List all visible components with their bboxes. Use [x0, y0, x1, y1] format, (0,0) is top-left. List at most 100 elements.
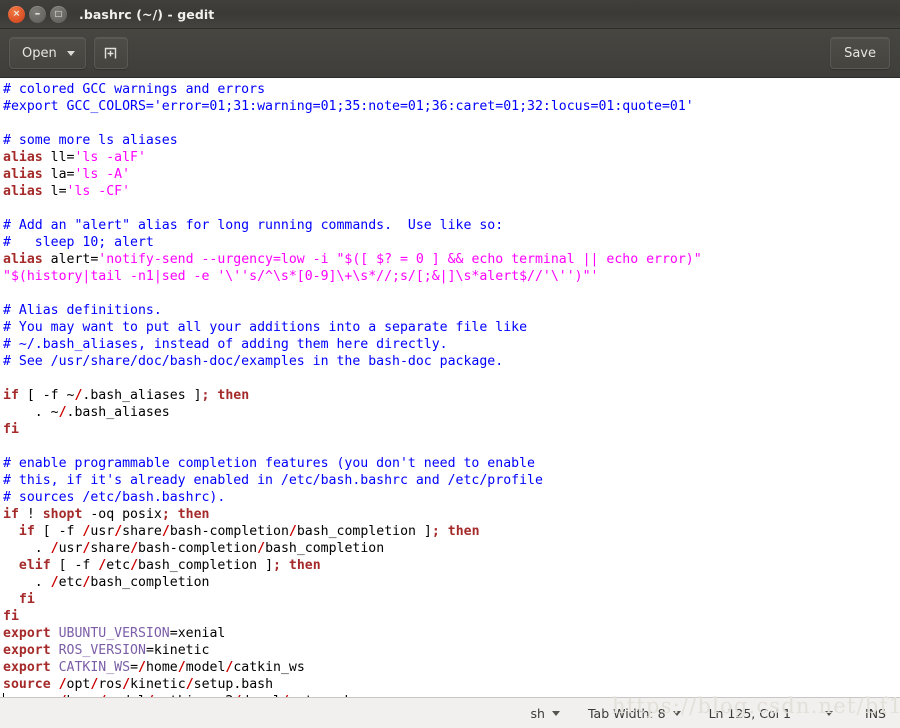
code-token: export [3, 643, 51, 658]
code-token: / [50, 541, 59, 556]
chevron-down-icon [66, 50, 75, 56]
insert-mode-label: INS [865, 705, 886, 721]
chevron-down-icon [825, 710, 834, 716]
code-token: catkin_ws [233, 660, 305, 675]
code-token: bash-completion [138, 541, 258, 556]
code-token: fi [3, 422, 19, 437]
code-line: # sources /etc/bash.bashrc). [3, 489, 900, 506]
code-line: alias l='ls -CF' [3, 183, 900, 200]
code-line: #export GCC_COLORS='error=01;31:warning=… [3, 98, 900, 115]
language-label: sh [530, 705, 545, 721]
tab-width-label: Tab Width: 8 [587, 705, 666, 721]
code-token: export [3, 626, 51, 641]
code-token: # Add an "alert" alias for long running … [3, 218, 504, 233]
code-token: etc [106, 558, 131, 573]
code-line: if [ -f /usr/share/bash-completion/bash_… [3, 523, 900, 540]
code-line: # ~/.bash_aliases, instead of adding the… [3, 336, 900, 353]
code-line: . /usr/share/bash-completion/bash_comple… [3, 540, 900, 557]
code-token: ; [431, 524, 440, 539]
code-line: fi [3, 608, 900, 625]
code-line: if ! shopt -oq posix; then [3, 506, 900, 523]
tab-width-selector[interactable]: Tab Width: 8 [574, 706, 695, 721]
code-line: elif [ -f /etc/bash_completion ]; then [3, 557, 900, 574]
code-token: UBUNTU_VERSION [58, 626, 170, 641]
code-line: alias alert='notify-send --urgency=low -… [3, 251, 900, 268]
code-line: # sleep 10; alert [3, 234, 900, 251]
code-token: model [185, 660, 226, 675]
code-token: ; [161, 507, 170, 522]
code-token: alias [3, 252, 43, 267]
code-token: then [177, 507, 210, 522]
code-token: 'notify-send --urgency=low -i "$([ $? = … [98, 252, 702, 267]
new-document-button[interactable] [93, 37, 128, 69]
code-line: # this, if it's already enabled in /etc/… [3, 472, 900, 489]
window-controls: × – □ [8, 5, 67, 23]
language-selector[interactable]: sh [517, 706, 574, 721]
code-token: elif [18, 558, 51, 573]
code-token: setup.bash [193, 677, 274, 692]
code-token: if [3, 507, 19, 522]
code-token: [ -f ~ [18, 388, 75, 403]
code-token: alert= [42, 252, 99, 267]
code-token: home [145, 660, 178, 675]
code-token: .bash_aliases [66, 405, 170, 420]
code-token: fi [3, 609, 19, 624]
save-button-label: Save [844, 45, 876, 61]
code-token: bash_completion [265, 541, 385, 556]
close-glyph: × [12, 8, 21, 19]
code-token: / [130, 558, 139, 573]
code-token: # enable programmable completion feature… [3, 456, 535, 471]
code-token: alias [3, 184, 43, 199]
code-token: # some more ls aliases [3, 133, 178, 148]
code-token: then [288, 558, 321, 573]
window-title: .bashrc (~/) - gedit [79, 6, 215, 22]
code-token: / [257, 541, 266, 556]
code-token: / [58, 677, 67, 692]
code-token: then [447, 524, 480, 539]
code-token: # this, if it's already enabled in /etc/… [3, 473, 543, 488]
minimize-glyph: – [34, 7, 41, 20]
code-token: / [138, 660, 146, 675]
code-token: if [18, 524, 35, 539]
code-token: then [217, 388, 250, 403]
code-token: 'ls -A' [74, 167, 131, 182]
code-line: export UBUNTU_VERSION=xenial [3, 625, 900, 642]
statusbar: sh Tab Width: 8 Ln 125, Col 1 INS [0, 697, 900, 728]
code-token: ROS_VERSION [58, 643, 146, 658]
close-icon[interactable]: × [8, 5, 25, 23]
code-token: #export GCC_COLORS='error=01;31:warning=… [3, 99, 694, 114]
code-token: ! [18, 507, 43, 522]
code-token: opt [66, 677, 91, 692]
minimize-icon[interactable]: – [29, 5, 46, 23]
code-line: export CATKIN_WS=/home/model/catkin_ws [3, 659, 900, 676]
code-token: shopt [42, 507, 83, 522]
code-token: "$(history|tail -n1|sed -e '\''s/^\s*[0-… [3, 269, 599, 284]
editor-area[interactable]: # colored GCC warnings and errors #export… [0, 78, 900, 697]
cursor-position-selector[interactable]: Ln 125, Col 1 [695, 706, 847, 721]
code-token: / [50, 575, 59, 590]
code-token: # sleep 10; alert [3, 235, 154, 250]
code-token: / [122, 677, 131, 692]
open-button[interactable]: Open [9, 37, 86, 69]
save-button[interactable]: Save [830, 37, 890, 69]
insert-mode-indicator[interactable]: INS [847, 706, 886, 721]
code-token: -oq posix [82, 507, 162, 522]
code-token: fi [18, 592, 35, 607]
maximize-icon[interactable]: □ [50, 5, 67, 23]
code-token: / [114, 524, 123, 539]
chevron-down-icon [551, 710, 560, 716]
chevron-down-icon [672, 710, 681, 716]
code-token: 'ls -CF' [66, 184, 131, 199]
maximize-glyph: □ [54, 9, 63, 18]
source-code-text[interactable]: # colored GCC warnings and errors #export… [3, 81, 900, 697]
code-token: . [3, 575, 51, 590]
code-token: = [130, 660, 139, 675]
